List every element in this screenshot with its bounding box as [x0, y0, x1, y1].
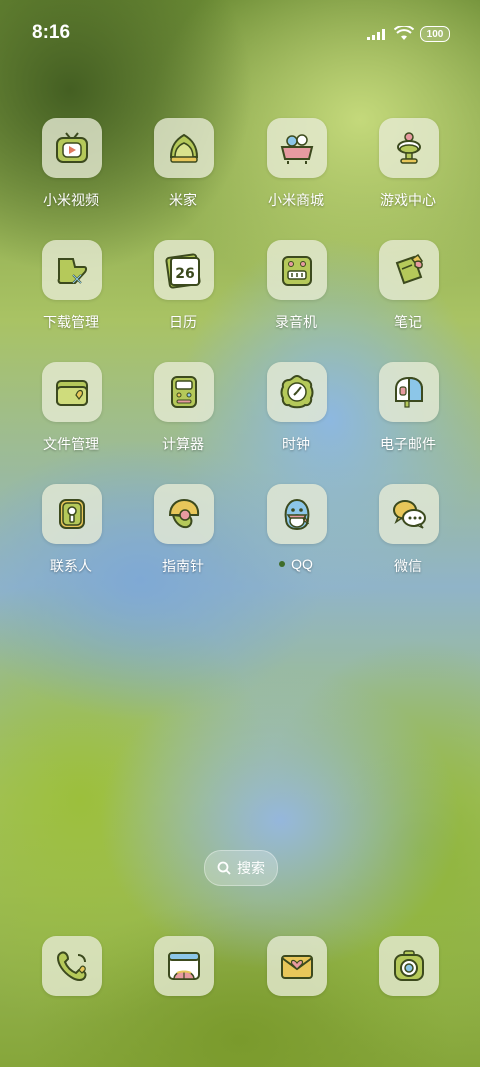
status-time: 8:16	[32, 22, 71, 43]
app-label: 笔记	[394, 314, 422, 330]
clock-icon	[280, 374, 314, 409]
app-contacts[interactable]: 联系人	[16, 478, 126, 588]
app-downloads[interactable]: 下载管理	[16, 234, 126, 344]
app-mi-video[interactable]: 小米视频	[16, 112, 126, 222]
battery-indicator: 100	[420, 26, 450, 42]
app-tile[interactable]	[42, 240, 102, 300]
app-label: 录音机	[275, 314, 317, 330]
app-tile[interactable]	[267, 936, 327, 996]
app-label: 游戏中心	[380, 192, 436, 208]
tv-icon	[56, 132, 88, 163]
app-calendar[interactable]: 26 日历	[128, 234, 238, 344]
app-label: 米家	[169, 192, 197, 208]
app-notes[interactable]: 笔记	[353, 234, 463, 344]
camera-icon	[394, 950, 424, 981]
app-label: 微信	[394, 558, 422, 574]
app-tile[interactable]	[379, 240, 439, 300]
app-label-text: QQ	[291, 556, 313, 572]
app-tile[interactable]	[154, 362, 214, 422]
app-label: 指南针	[162, 558, 204, 574]
app-tile[interactable]	[154, 118, 214, 178]
app-tile[interactable]	[379, 118, 439, 178]
search-icon	[217, 861, 231, 875]
app-tile[interactable]	[154, 936, 214, 996]
app-mijia[interactable]: 米家	[128, 112, 238, 222]
compass-icon	[168, 498, 200, 529]
search-button[interactable]: 搜索	[204, 850, 278, 886]
contacts-icon	[59, 499, 85, 529]
note-icon	[395, 253, 424, 285]
status-icons: 100	[366, 24, 450, 44]
app-label: 日历	[169, 314, 197, 330]
app-tile[interactable]	[379, 484, 439, 544]
dock	[0, 930, 480, 1010]
app-email[interactable]: 电子邮件	[353, 356, 463, 466]
browser-icon	[168, 952, 200, 980]
app-label: 文件管理	[43, 436, 99, 452]
leaf-home-icon	[169, 133, 199, 163]
app-label: 下载管理	[43, 314, 99, 330]
dock-camera[interactable]	[353, 930, 463, 1040]
app-label: 联系人	[50, 558, 92, 574]
app-label: 小米商城	[268, 192, 324, 208]
app-mi-store[interactable]: 小米商城	[241, 112, 351, 222]
dock-browser[interactable]	[128, 930, 238, 1040]
calendar-day: 26	[175, 266, 194, 282]
app-tile[interactable]	[379, 936, 439, 996]
recorder-icon	[282, 256, 312, 286]
app-tile[interactable]	[154, 484, 214, 544]
app-tile[interactable]	[42, 484, 102, 544]
app-game-center[interactable]: 游戏中心	[353, 112, 463, 222]
status-bar: 8:16 100	[0, 0, 480, 66]
app-label: QQ	[241, 556, 351, 572]
dock-messages[interactable]	[241, 930, 351, 1040]
messages-icon	[281, 955, 313, 979]
app-tile[interactable]	[379, 362, 439, 422]
app-qq[interactable]: QQ	[241, 478, 351, 588]
app-tile[interactable]	[267, 118, 327, 178]
app-tile[interactable]	[267, 484, 327, 544]
qq-penguin-icon	[284, 498, 310, 531]
app-label: 时钟	[282, 436, 310, 452]
app-tile[interactable]	[42, 118, 102, 178]
calculator-icon	[171, 376, 197, 408]
download-icon	[57, 258, 88, 284]
app-clock[interactable]: 时钟	[241, 356, 351, 466]
app-tile[interactable]	[42, 362, 102, 422]
dock-phone[interactable]	[16, 930, 126, 1040]
search-label: 搜索	[237, 860, 265, 876]
app-tile[interactable]	[267, 240, 327, 300]
app-compass[interactable]: 指南针	[128, 478, 238, 588]
calendar-icon: 26	[165, 253, 201, 289]
app-calculator[interactable]: 计算器	[128, 356, 238, 466]
phone-icon	[56, 951, 87, 981]
app-label: 电子邮件	[380, 436, 436, 452]
shopping-basket-icon	[280, 134, 314, 164]
mail-house-icon	[395, 376, 423, 408]
notification-dot	[279, 561, 286, 568]
app-label: 计算器	[162, 436, 204, 452]
app-file-manager[interactable]: 文件管理	[16, 356, 126, 466]
wifi-icon	[394, 26, 414, 40]
app-tile[interactable]: 26	[154, 240, 214, 300]
wechat-icon	[393, 500, 426, 529]
app-wechat[interactable]: 微信	[353, 478, 463, 588]
game-trophy-icon	[397, 132, 421, 164]
app-label: 小米视频	[43, 192, 99, 208]
app-tile[interactable]	[42, 936, 102, 996]
app-recorder[interactable]: 录音机	[241, 234, 351, 344]
folder-icon	[56, 380, 88, 406]
signal-icon	[367, 29, 385, 40]
app-tile[interactable]	[267, 362, 327, 422]
